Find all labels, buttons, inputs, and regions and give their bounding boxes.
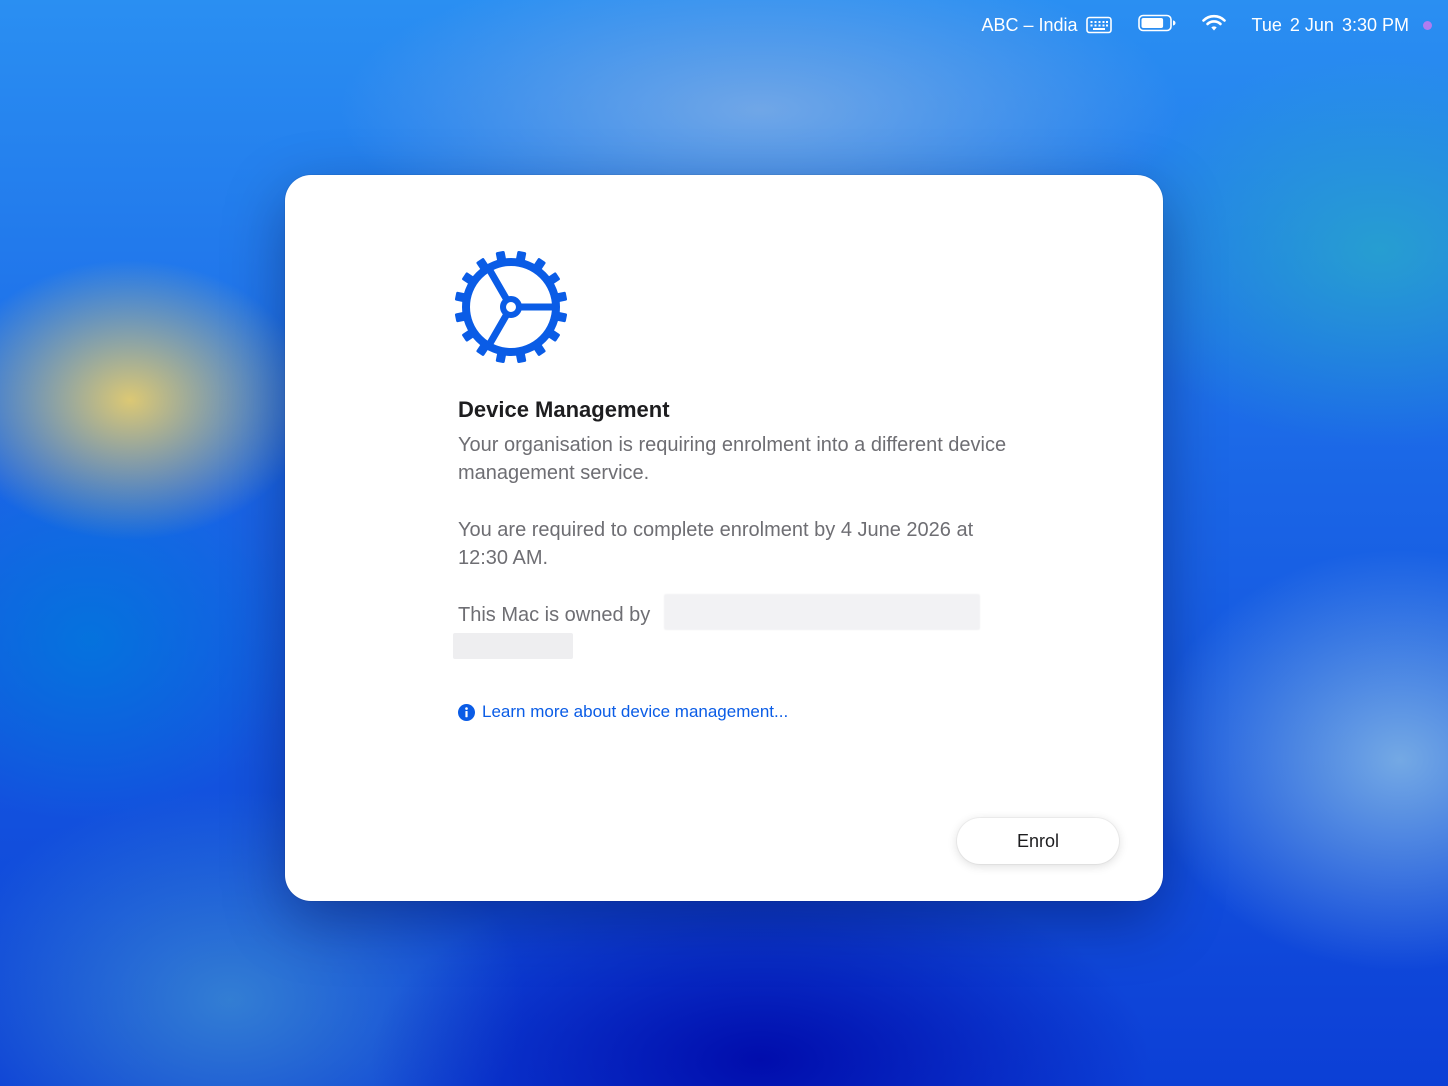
clock-day: Tue <box>1251 14 1282 35</box>
gear-icon <box>454 250 568 364</box>
redacted-owner-name-continued <box>453 633 573 659</box>
enrolment-message: Your organisation is requiring enrolment… <box>458 434 1007 484</box>
battery-status[interactable] <box>1137 14 1176 37</box>
redacted-owner-name <box>664 594 980 630</box>
menu-bar: ABC – India Tue 2 Jun 3:30 PM <box>0 0 1448 50</box>
dialog-title: Device Management <box>458 397 670 422</box>
info-icon <box>458 703 475 721</box>
input-source-label: ABC – India <box>981 14 1078 35</box>
input-source-menu[interactable]: ABC – India <box>981 14 1112 36</box>
clock-date: 2 Jun <box>1289 14 1334 35</box>
wifi-status[interactable] <box>1201 14 1226 37</box>
clock-time: 3:30 PM <box>1341 14 1409 35</box>
keyboard-icon <box>1085 16 1112 34</box>
battery-icon <box>1137 14 1176 37</box>
learn-more-link[interactable]: Learn more about device management... <box>458 702 788 722</box>
learn-more-label: Learn more about device management... <box>482 702 789 721</box>
wifi-icon <box>1201 14 1226 37</box>
recording-indicator-dot <box>1423 20 1432 30</box>
deadline-message: You are required to complete enrolment b… <box>458 519 974 569</box>
menubar-clock[interactable]: Tue 2 Jun 3:30 PM <box>1252 15 1409 36</box>
device-management-dialog: Device Management Your organisation is r… <box>285 175 1163 901</box>
enrol-button[interactable]: Enrol <box>957 818 1119 864</box>
